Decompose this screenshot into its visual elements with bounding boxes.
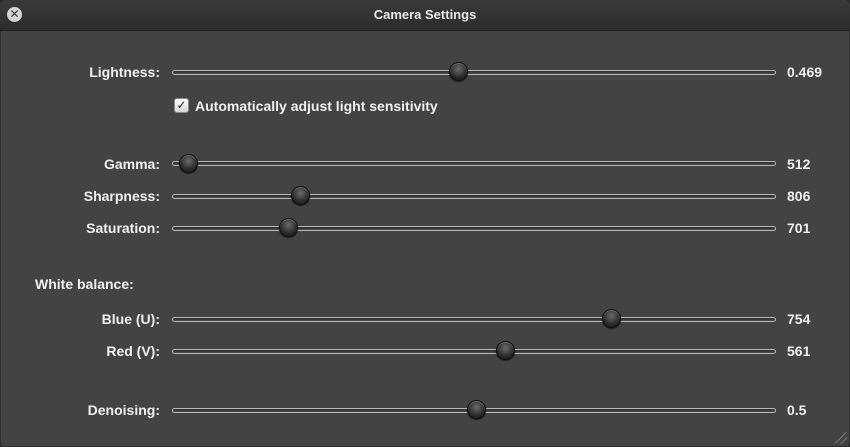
blue-u-value: 754	[787, 311, 811, 327]
denoising-slider-knob[interactable]	[467, 400, 486, 419]
gamma-label: Gamma:	[103, 156, 160, 172]
saturation-label: Saturation:	[86, 220, 160, 236]
blue-u-label: Blue (U):	[101, 311, 160, 327]
red-v-label: Red (V):	[106, 343, 160, 359]
red-v-value: 561	[787, 343, 811, 359]
sharpness-value: 806	[787, 188, 811, 204]
sharpness-slider-knob[interactable]	[290, 186, 310, 205]
lightness-slider-track[interactable]	[172, 70, 776, 75]
lightness-value: 0.469	[787, 64, 823, 80]
white-balance-label: White balance:	[35, 276, 134, 292]
gamma-value: 512	[787, 156, 811, 172]
sharpness-label: Sharpness:	[83, 188, 160, 204]
saturation-slider-knob[interactable]	[278, 218, 298, 237]
gamma-slider-track[interactable]	[172, 161, 776, 166]
lightness-label: Lightness:	[89, 64, 160, 80]
lightness-slider-knob[interactable]	[448, 62, 468, 81]
denoising-label: Denoising:	[87, 402, 160, 418]
camera-settings-window: ✕ Camera Settings Lightness: 0.469 ✓ Aut…	[0, 0, 850, 447]
saturation-slider-track[interactable]	[172, 226, 776, 231]
auto-light-checkbox[interactable]: ✓	[174, 98, 189, 113]
saturation-value: 701	[787, 220, 811, 236]
window-title: Camera Settings	[373, 7, 477, 22]
red-v-slider-knob[interactable]	[496, 341, 516, 360]
title-bar[interactable]: ✕ Camera Settings	[0, 0, 850, 31]
blue-u-slider-knob[interactable]	[602, 309, 622, 328]
resize-grip[interactable]	[835, 432, 847, 444]
sharpness-slider-track[interactable]	[172, 194, 776, 199]
denoising-value: 0.5	[787, 402, 807, 418]
gamma-slider-knob[interactable]	[178, 154, 198, 173]
blue-u-slider-track[interactable]	[172, 317, 776, 322]
red-v-slider-track[interactable]	[172, 349, 776, 354]
auto-light-label[interactable]: Automatically adjust light sensitivity	[195, 97, 438, 115]
